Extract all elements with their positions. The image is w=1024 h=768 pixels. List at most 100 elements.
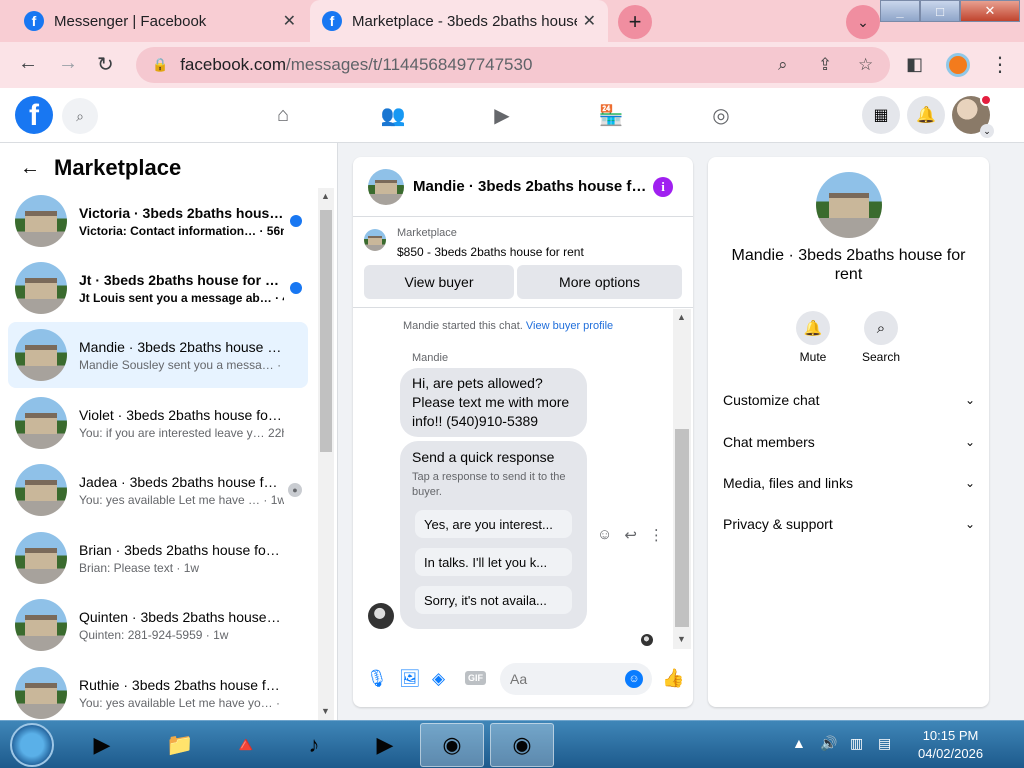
customize-chat-row[interactable]: Customize chat ⌄ — [723, 385, 975, 415]
side-panel-icon[interactable]: ◧ — [906, 54, 923, 75]
vlc-icon[interactable]: 🔺 — [214, 723, 278, 767]
scroll-up-arrow-icon[interactable]: ▲ — [677, 312, 686, 322]
conversation-item[interactable]: Jadea · 3beds 2baths house for rent You:… — [8, 457, 308, 523]
close-icon[interactable]: ✕ — [583, 11, 596, 31]
account-avatar[interactable]: ⌄ — [952, 94, 994, 138]
url-host: facebook.com — [180, 55, 287, 74]
tab-search-button[interactable]: ⌄ — [846, 5, 880, 39]
search-action[interactable]: ⌕ Search — [851, 311, 911, 364]
home-icon[interactable]: ⌂ — [270, 102, 296, 128]
maximize-button[interactable]: □ — [920, 0, 960, 22]
friends-icon[interactable]: 👥 — [380, 102, 406, 128]
chrome-profile-icon[interactable]: ◉ — [490, 723, 554, 767]
tray-arrow-icon[interactable]: ▲ — [792, 735, 806, 751]
sidebar-scrollbar[interactable]: ▲ ▼ — [318, 188, 334, 720]
share-icon[interactable]: ⇪ — [818, 55, 832, 75]
bell-icon[interactable]: 🔔 — [796, 311, 830, 345]
tab-messenger[interactable]: f Messenger | Facebook ✕ — [12, 0, 308, 42]
chat-members-row[interactable]: Chat members ⌄ — [723, 427, 975, 457]
conversation-name: Jt · 3beds 2baths house for rent — [79, 271, 284, 288]
scroll-up-arrow-icon[interactable]: ▲ — [321, 191, 330, 201]
forward-icon[interactable]: → — [58, 52, 78, 75]
facebook-logo-icon[interactable]: f — [15, 96, 53, 134]
react-emoji-icon[interactable]: ☺ — [597, 526, 612, 544]
view-buyer-profile-link[interactable]: View buyer profile — [526, 320, 613, 332]
notifications-bell-icon[interactable]: 🔔 — [907, 96, 945, 134]
marketplace-sidebar: ← Marketplace Victoria · 3beds 2baths ho… — [0, 143, 338, 720]
microphone-icon[interactable]: 🎙 — [366, 669, 388, 689]
info-icon[interactable]: i — [653, 177, 673, 197]
conversation-item[interactable]: Jt · 3beds 2baths house for rent Jt Loui… — [8, 255, 308, 321]
new-tab-button[interactable]: + — [618, 5, 652, 39]
reload-icon[interactable]: ↻ — [97, 52, 114, 77]
conversation-text: Jadea · 3beds 2baths house for rent You:… — [79, 474, 284, 507]
address-bar[interactable]: 🔒 facebook.com/messages/t/11445684977475… — [136, 47, 890, 83]
tiktok-icon[interactable]: ♪ — [282, 723, 346, 767]
tab-marketplace[interactable]: f Marketplace - 3beds 2baths house for r… — [310, 0, 608, 42]
info-title: Mandie · 3beds 2baths house for rent — [731, 247, 966, 283]
sender-avatar — [368, 603, 394, 629]
gif-icon[interactable]: GIF — [465, 671, 486, 685]
reply-icon[interactable]: ↩ — [624, 526, 637, 544]
minimize-button[interactable]: _ — [880, 0, 920, 22]
volume-icon[interactable]: 🔊 — [820, 735, 837, 752]
groups-icon[interactable]: ◎ — [708, 102, 734, 128]
back-arrow-icon[interactable]: ← — [20, 157, 40, 180]
chat-title[interactable]: Mandie · 3beds 2baths house for rent — [413, 178, 653, 195]
close-icon[interactable]: ✕ — [283, 11, 296, 31]
back-icon[interactable]: ← — [18, 52, 38, 75]
media-files-links-row[interactable]: Media, files and links ⌄ — [723, 468, 975, 498]
conversation-item[interactable]: Victoria · 3beds 2baths house for rent V… — [8, 188, 308, 254]
conversation-preview: You: if you are interested leave y… 22h — [79, 426, 284, 440]
conversation-item[interactable]: Ruthie · 3beds 2baths house for rent You… — [8, 660, 308, 720]
watch-icon[interactable]: ▶ — [489, 102, 515, 128]
chrome-icon[interactable]: ◉ — [420, 723, 484, 767]
scrollbar-thumb[interactable] — [320, 210, 332, 452]
scrollbar-thumb[interactable] — [675, 429, 689, 627]
facebook-favicon-icon: f — [24, 11, 44, 31]
search-icon[interactable]: ⌕ — [62, 98, 98, 134]
more-options-button[interactable]: More options — [517, 265, 682, 299]
network-icon[interactable]: ▥ — [850, 735, 863, 752]
menu-grid-icon[interactable]: ▦ — [862, 96, 900, 134]
mute-action[interactable]: 🔔 Mute — [783, 311, 843, 364]
scroll-down-arrow-icon[interactable]: ▼ — [321, 706, 330, 716]
preview-text: You: yes available Let me have … — [79, 492, 261, 507]
conversation-item[interactable]: Quinten · 3beds 2baths house for rent Qu… — [8, 592, 308, 658]
clock[interactable]: 10:15 PM 04/02/2026 — [918, 727, 983, 763]
conversation-item-active[interactable]: Mandie · 3beds 2baths house for rent Man… — [8, 322, 308, 388]
basketball-extension-icon[interactable] — [946, 53, 970, 77]
menu-kebab-icon[interactable]: ⋮ — [990, 52, 1010, 77]
youtube-icon[interactable]: ▶ — [353, 723, 417, 767]
quick-reply-button[interactable]: In talks. I'll let you k... — [415, 548, 572, 576]
quick-reply-button[interactable]: Sorry, it's not availa... — [415, 586, 572, 614]
listing-price[interactable]: $850 - 3beds 2baths house for rent — [397, 245, 584, 259]
emoji-icon[interactable]: ☺ — [625, 670, 643, 688]
conversation-preview: Brian: Please text · 1w — [79, 560, 200, 575]
start-button[interactable] — [10, 723, 54, 767]
preview-text: You: if you are interested leave y… — [79, 425, 265, 440]
quick-reply-button[interactable]: Yes, are you interest... — [415, 510, 572, 538]
thumbs-up-icon[interactable]: 👍 — [662, 668, 684, 689]
scroll-down-arrow-icon[interactable]: ▼ — [677, 634, 686, 644]
sticker-icon[interactable]: ◈ — [432, 669, 445, 689]
conversation-item[interactable]: Violet · 3beds 2baths house for rent You… — [8, 390, 308, 456]
view-buyer-button[interactable]: View buyer — [364, 265, 514, 299]
more-icon[interactable]: ⋮ — [649, 526, 664, 544]
zoom-icon[interactable]: ⌕ — [778, 55, 788, 75]
conversation-item[interactable]: Brian · 3beds 2baths house for rent Bria… — [8, 525, 308, 591]
privacy-support-row[interactable]: Privacy & support ⌄ — [723, 509, 975, 539]
preview-text: Brian: Please text — [79, 560, 174, 575]
photo-icon[interactable]: 🖼 — [399, 669, 421, 689]
url-text: facebook.com/messages/t/1144568497747530 — [180, 55, 532, 75]
window-close-button[interactable]: ✕ — [960, 0, 1020, 22]
chat-scrollbar[interactable]: ▲ ▼ — [673, 309, 691, 649]
action-center-icon[interactable]: ▤ — [878, 735, 891, 752]
search-icon[interactable]: ⌕ — [864, 311, 898, 345]
seen-receipt-avatar — [641, 634, 653, 646]
file-explorer-icon[interactable]: 📁 — [148, 723, 212, 767]
marketplace-icon[interactable]: 🏪 — [598, 102, 624, 128]
sidebar-header: ← Marketplace — [20, 155, 181, 181]
media-center-icon[interactable]: ▶ — [70, 723, 134, 767]
bookmark-star-icon[interactable]: ☆ — [858, 55, 873, 75]
